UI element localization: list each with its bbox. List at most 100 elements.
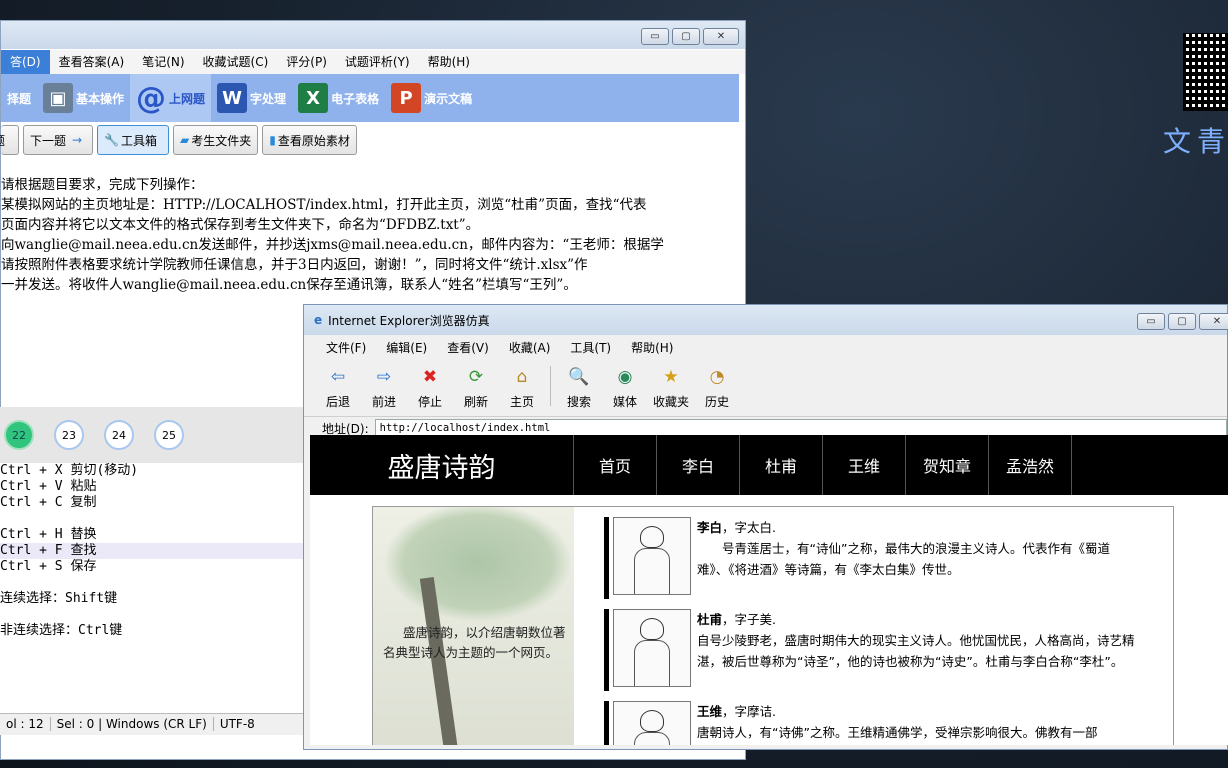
question-line: 请根据题目要求，完成下列操作： <box>1 177 204 193</box>
question-number-button[interactable]: 24 <box>104 420 134 450</box>
next-question-button[interactable]: 下一题 → <box>23 125 93 155</box>
stop-icon: ✖ <box>422 367 438 387</box>
prev-label: 题 <box>0 132 5 149</box>
ie-menu-item[interactable]: 文件(F) <box>316 339 376 356</box>
poet-heading: 王维，字摩诘. <box>697 701 1097 722</box>
prev-question-button[interactable]: 题 <box>0 125 19 155</box>
editor-line: Ctrl + H 替换 <box>0 527 97 542</box>
toolbar-button[interactable]: ⌂ 主页 <box>500 365 544 410</box>
module-tab[interactable]: P 演示文稿 <box>385 74 478 122</box>
portrait-body <box>634 732 670 745</box>
question-number-button[interactable]: 25 <box>154 420 184 450</box>
module-label: 演示文稿 <box>424 91 473 106</box>
editor-line: Ctrl + X 剪切(移动) <box>0 463 139 478</box>
toolbar-button[interactable]: ⇦ 后退 <box>316 365 360 410</box>
poet-portrait <box>613 517 691 595</box>
next-label: 下一题 <box>30 133 67 148</box>
toolbar-button[interactable]: ◉ 媒体 <box>603 365 647 410</box>
poet-bio: 号青莲居士，有“诗仙”之称，最伟大的浪漫主义诗人。代表作有《蜀道难》、《将进酒》… <box>697 541 1110 577</box>
menu-item[interactable]: 笔记(N) <box>133 50 193 74</box>
module-tab[interactable]: W 字处理 <box>211 74 292 122</box>
toolbar-label: 后退 <box>325 395 350 409</box>
toolbar-button[interactable]: ★ 收藏夹 <box>649 365 693 410</box>
content-box: 盛唐诗韵，以介绍唐朝数位著名典型诗人为主题的一个网页。 李白，字太白. 号青莲居… <box>372 506 1174 745</box>
question-number-button[interactable]: 22 <box>4 420 34 450</box>
menu-item[interactable]: 答(D) <box>1 50 50 74</box>
web-page: 盛唐诗韵 首页 李白 杜甫 王维 贺知章 孟浩然 盛唐诗韵，以介绍唐朝数位著名典型诗人为主… <box>310 435 1228 745</box>
qr-code-image <box>1183 33 1228 111</box>
student-folder-button[interactable]: ▰ 考生文件夹 <box>173 125 259 155</box>
poet-text: 李白，字太白. 号青莲居士，有“诗仙”之称，最伟大的浪漫主义诗人。代表作有《蜀道… <box>691 517 1139 599</box>
minimize-icon[interactable]: ▭ <box>641 28 669 45</box>
site-nav-tab[interactable]: 首页 <box>574 435 657 495</box>
ie-maximize-icon[interactable]: ▢ <box>1168 313 1196 330</box>
raw-material-button[interactable]: ▮ 查看原始素材 <box>262 125 357 155</box>
ie-logo-icon: e <box>314 313 323 327</box>
module-label: 择题 <box>7 91 32 106</box>
ie-menu-item[interactable]: 编辑(E) <box>376 339 437 356</box>
toolbar-label: 历史 <box>704 395 729 409</box>
editor-line: Ctrl + V 粘贴 <box>0 479 97 494</box>
module-tab[interactable]: ▣ 基本操作 <box>37 74 130 122</box>
poet-bio: 唐朝诗人，有“诗佛”之称。王维精通佛学，受禅宗影响很大。佛教有一部 <box>697 725 1098 740</box>
menu-item[interactable]: 帮助(H) <box>419 50 479 74</box>
poet-name: 李白 <box>697 520 723 535</box>
menu-item[interactable]: 收藏试题(C) <box>194 50 278 74</box>
module-label: 上网题 <box>169 91 206 106</box>
editor-line: Ctrl + C 复制 <box>0 495 97 510</box>
toolbar-button[interactable]: ◔ 历史 <box>695 365 739 410</box>
toolbar-button[interactable]: ⇨ 前进 <box>362 365 406 410</box>
ie-menu-item[interactable]: 工具(T) <box>560 339 621 356</box>
site-nav-tab[interactable]: 王维 <box>823 435 906 495</box>
basic-ops-icon: ▣ <box>43 83 74 113</box>
ie-menu-item[interactable]: 收藏(A) <box>499 339 561 356</box>
site-nav-tab[interactable]: 孟浩然 <box>989 435 1072 495</box>
module-tab[interactable]: X 电子表格 <box>292 74 385 122</box>
toolbox-button[interactable]: 🔧 工具箱 <box>97 125 169 155</box>
toolbar-button[interactable]: 🔍 搜索 <box>557 365 601 410</box>
site-nav-tab[interactable]: 李白 <box>657 435 740 495</box>
toolbar-label: 主页 <box>509 395 534 409</box>
ie-menu-item[interactable]: 帮助(H) <box>621 339 683 356</box>
exam-title-bar: ▭ ▢ ✕ <box>1 21 745 49</box>
ie-close-icon[interactable]: ✕ <box>1199 313 1228 330</box>
status-column: ol : 12 <box>0 717 51 731</box>
module-tab[interactable]: @ 上网题 <box>130 74 212 122</box>
portrait-head <box>640 618 664 640</box>
site-nav-tab[interactable]: 杜甫 <box>740 435 823 495</box>
poet-heading: 李白，字太白. <box>697 517 1139 538</box>
poet-text: 王维，字摩诘. 唐朝诗人，有“诗佛”之称。王维精通佛学，受禅宗影响很大。佛教有一部 <box>691 701 1097 745</box>
menu-item[interactable]: 评分(P) <box>277 50 336 74</box>
close-icon[interactable]: ✕ <box>703 28 739 45</box>
menu-item[interactable]: 试题评析(Y) <box>336 50 419 74</box>
willow-painting <box>383 507 573 622</box>
question-number-bar: 22 23 24 25 <box>0 407 303 463</box>
maximize-icon[interactable]: ▢ <box>672 28 700 45</box>
module-tab[interactable]: ✓择题 <box>1 74 37 122</box>
portrait-head <box>640 526 664 548</box>
refresh-icon: ⟳ <box>468 367 484 387</box>
ie-toolbar: ⇦ 后退 ⇨ 前进 ✖ 停止 ⟳ 刷新 ⌂ 主页 🔍 搜索 ◉ 媒体 ★ 收藏夹 ◔ 历史 <box>304 359 1227 417</box>
portrait-body <box>634 548 670 594</box>
toolbar-separator <box>550 366 551 406</box>
notepad-editor[interactable]: Ctrl + X 剪切(移动) Ctrl + V 粘贴 Ctrl + C 复制 Ctr… <box>0 463 303 713</box>
toolbar-button[interactable]: ⟳ 刷新 <box>454 365 498 410</box>
question-line: 某模拟网站的主页地址是：HTTP://LOCALHOST/index.html，… <box>1 197 647 213</box>
exam-nav-buttons: 题 下一题 → 🔧工具箱 ▰考生文件夹 ▮查看原始素材 <box>0 125 357 155</box>
site-nav-tab[interactable]: 贺知章 <box>906 435 989 495</box>
ie-minimize-icon[interactable]: ▭ <box>1137 313 1165 330</box>
poet-style-name: ，字太白. <box>722 520 776 535</box>
status-selection: Sel : 0 | Windows (CR LF) <box>50 717 214 731</box>
menu-item[interactable]: 查看答案(A) <box>50 50 134 74</box>
ie-menu-item[interactable]: 查看(V) <box>437 339 499 356</box>
toolbar-button[interactable]: ✖ 停止 <box>408 365 452 410</box>
poet-entry: 李白，字太白. 号青莲居士，有“诗仙”之称，最伟大的浪漫主义诗人。代表作有《蜀道… <box>604 517 1139 599</box>
back-arrow-icon: ⇦ <box>330 367 346 387</box>
wrench-icon: 🔧 <box>104 133 119 147</box>
question-number-button[interactable]: 23 <box>54 420 84 450</box>
student-folder-label: 考生文件夹 <box>191 133 252 148</box>
question-line: 向wanglie@mail.neea.edu.cn发送邮件，并抄送jxms@ma… <box>1 237 664 253</box>
poet-portrait <box>613 701 691 745</box>
address-label: 地址(D): <box>322 421 369 436</box>
